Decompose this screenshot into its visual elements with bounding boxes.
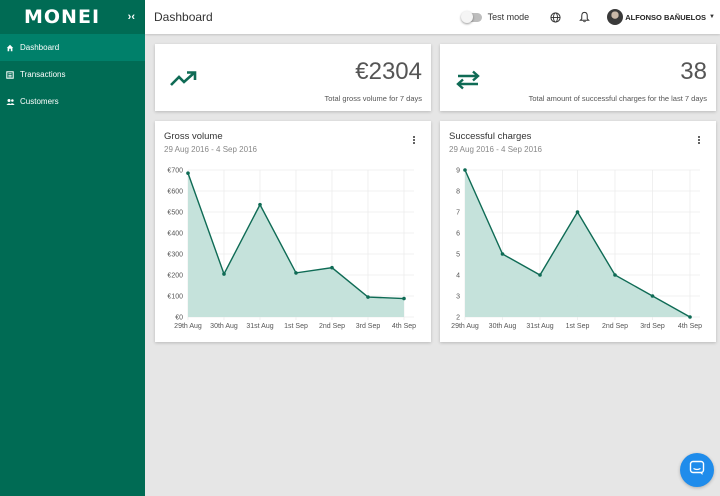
- sidebar-item-label: Transactions: [20, 70, 66, 79]
- stat-value: €2304: [355, 58, 422, 85]
- data-point: [500, 252, 505, 256]
- y-tick-label: 3: [456, 294, 460, 301]
- swap-arrows-icon: [454, 70, 482, 95]
- data-point: [650, 294, 655, 298]
- sidebar-item-label: Customers: [20, 97, 59, 106]
- data-point: [366, 295, 370, 299]
- data-point: [688, 315, 692, 319]
- test-mode-label: Test mode: [487, 12, 530, 22]
- x-tick-label: 2nd Sep: [602, 323, 628, 330]
- sidebar-item-dashboard[interactable]: Dashboard: [0, 34, 145, 61]
- sidebar: MONEI ›‹ Dashboard Transactions Customer…: [0, 0, 145, 496]
- avatar[interactable]: [607, 9, 624, 25]
- y-tick-label: 8: [456, 189, 460, 196]
- y-tick-label: €0: [175, 315, 183, 322]
- gross-volume-chart-card: Gross volume 29 Aug 2016 - 4 Sep 2016 €0…: [155, 121, 431, 342]
- user-name[interactable]: ALFONSO BAÑUELOS: [625, 13, 706, 22]
- y-tick-label: 5: [456, 252, 460, 259]
- data-point: [258, 202, 262, 207]
- x-tick-label: 4th Sep: [678, 323, 702, 330]
- people-icon: [5, 97, 15, 107]
- stat-label: Total amount of successful charges for t…: [528, 94, 707, 103]
- gross-volume-chart: €0 €100 €200 €300 €400 €500 €600 €700 29th Aug 30…: [167, 168, 416, 331]
- x-tick-label: 1st Sep: [284, 323, 308, 330]
- data-point: [330, 265, 334, 270]
- x-tick-label: 1st Sep: [566, 323, 590, 330]
- logo-row: MONEI ›‹: [0, 0, 145, 34]
- sidebar-item-customers[interactable]: Customers: [0, 88, 145, 115]
- x-tick-label: 30th Aug: [210, 323, 238, 330]
- test-mode-toggle[interactable]: [460, 10, 482, 23]
- toggle-knob: [460, 10, 473, 23]
- stat-value: 38: [680, 58, 707, 85]
- home-icon: [5, 43, 15, 53]
- logo: MONEI: [24, 6, 101, 28]
- data-point: [222, 272, 226, 276]
- data-point: [538, 273, 542, 277]
- y-tick-label: €100: [167, 294, 183, 301]
- x-tick-label: 4th Sep: [392, 323, 416, 330]
- trending-up-icon: [169, 70, 199, 93]
- data-point: [402, 296, 406, 301]
- y-tick-label: €600: [167, 189, 183, 196]
- globe-icon[interactable]: [549, 11, 561, 23]
- x-tick-label: 30th Aug: [489, 323, 517, 330]
- y-tick-label: 9: [456, 168, 460, 175]
- x-tick-label: 29th Aug: [451, 323, 479, 330]
- x-tick-label: 3rd Sep: [640, 323, 665, 330]
- data-point: [186, 171, 190, 175]
- y-tick-label: 7: [456, 210, 460, 217]
- y-tick-label: €400: [167, 231, 183, 238]
- chat-launcher-button[interactable]: [680, 453, 714, 487]
- collapse-sidebar-icon[interactable]: ›‹: [128, 11, 135, 23]
- x-tick-label: 31st Aug: [246, 323, 273, 330]
- data-point: [613, 273, 617, 277]
- chevron-down-icon[interactable]: ▼: [709, 14, 715, 20]
- y-tick-label: €200: [167, 273, 183, 280]
- x-tick-label: 29th Aug: [174, 323, 202, 330]
- top-bar: Dashboard Test mode ALFONSO BAÑUELOS ▼: [145, 0, 720, 34]
- bell-icon[interactable]: [578, 11, 590, 23]
- y-tick-label: 4: [456, 273, 460, 280]
- successful-charges-chart: 2 3 4 5 6 7 8 9 29th Aug 30th Aug 31st Aug 1st Sep 2…: [451, 168, 702, 331]
- successful-charges-chart-card: Successful charges 29 Aug 2016 - 4 Sep 2…: [440, 121, 716, 342]
- y-tick-label: 2: [456, 315, 460, 322]
- list-icon: [5, 70, 15, 80]
- page-title: Dashboard: [154, 10, 213, 24]
- y-tick-label: €300: [167, 252, 183, 259]
- sidebar-item-label: Dashboard: [20, 43, 60, 52]
- x-tick-label: 2nd Sep: [319, 323, 345, 330]
- header-actions: Test mode ALFONSO BAÑUELOS ▼: [460, 0, 720, 34]
- sidebar-item-transactions[interactable]: Transactions: [0, 61, 145, 88]
- data-point: [463, 168, 467, 172]
- y-tick-label: €700: [167, 168, 183, 175]
- data-point: [575, 210, 580, 214]
- x-tick-label: 31st Aug: [526, 323, 553, 330]
- stat-label: Total gross volume for 7 days: [324, 94, 422, 103]
- chat-icon: [689, 460, 705, 481]
- y-tick-label: 6: [456, 231, 460, 238]
- x-tick-label: 3rd Sep: [356, 323, 381, 330]
- successful-charges-stat-card: 38 Total amount of successful charges fo…: [440, 44, 716, 111]
- data-point: [294, 271, 298, 275]
- gross-volume-stat-card: €2304 Total gross volume for 7 days: [155, 44, 431, 111]
- y-tick-label: €500: [167, 210, 183, 217]
